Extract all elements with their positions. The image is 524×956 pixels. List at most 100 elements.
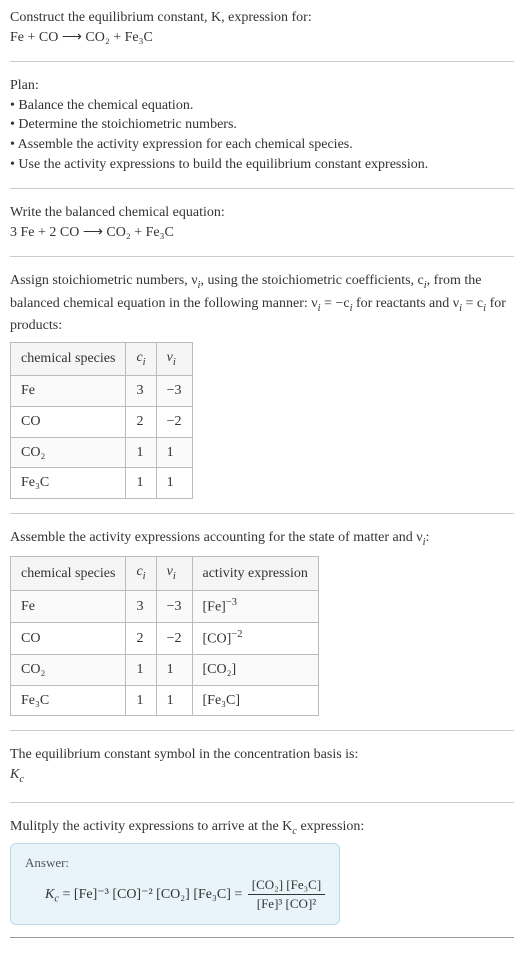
nu-cell: 1 [156,685,192,716]
expr-sup: −2 [231,629,242,640]
plan-item: Determine the stoichiometric numbers. [10,115,514,135]
nu-cell: −2 [156,622,192,654]
assign-part: = c [462,296,483,311]
nu-cell: 1 [156,468,192,499]
divider [10,513,514,514]
balanced-section: Write the balanced chemical equation: 3 … [10,203,514,242]
symbol-section: The equilibrium constant symbol in the c… [10,745,514,787]
species-cell: Fe₃C [11,685,126,716]
species-cell: CO [11,406,126,437]
expr-cell: [CO]−2 [192,622,318,654]
divider [10,802,514,803]
divider [10,188,514,189]
divider-end [10,937,514,938]
assign-part: for reactants and ν [352,296,459,311]
kc-letter: K [10,767,19,782]
intro-section: Construct the equilibrium constant, K, e… [10,8,514,47]
species-cell: CO [11,622,126,654]
table-header: νi [156,342,192,375]
expr-base: [Fe₃C] [203,693,241,708]
divider [10,61,514,62]
nu-cell: −3 [156,376,192,407]
multiply-section: Mulitply the activity expressions to arr… [10,817,514,925]
frac-den: [Fe]³ [CO]² [248,895,325,913]
table-header-row: chemical species ci νi [11,342,193,375]
assign-section: Assign stoichiometric numbers, νi, using… [10,271,514,498]
nu-cell: 1 [156,437,192,468]
table-row: Fe₃C 1 1 [11,468,193,499]
frac-num: [CO₂] [Fe₃C] [248,876,325,895]
plan-list: Balance the chemical equation. Determine… [10,96,514,174]
assemble-text: Assemble the activity expressions accoun… [10,528,514,550]
table-header: chemical species [11,557,126,590]
divider [10,730,514,731]
species-cell: CO₂ [11,437,126,468]
table-header-row: chemical species ci νi activity expressi… [11,557,319,590]
balanced-equation: 3 Fe + 2 CO ⟶ CO₂ + Fe₃C [10,223,514,243]
table-header: ci [126,557,156,590]
divider [10,256,514,257]
c-cell: 3 [126,376,156,407]
symbol-text: The equilibrium constant symbol in the c… [10,745,514,765]
assemble-part: Assemble the activity expressions accoun… [10,530,423,545]
species-cell: Fe₃C [11,468,126,499]
plan-item: Balance the chemical equation. [10,96,514,116]
species-cell: CO₂ [11,655,126,686]
table-header: ci [126,342,156,375]
intro-line1: Construct the equilibrium constant, K, e… [10,8,514,28]
activity-table: chemical species ci νi activity expressi… [10,556,319,716]
c-cell: 1 [126,685,156,716]
kc-sub: c [19,774,24,785]
table-row: Fe 3 −3 [Fe]−3 [11,590,319,622]
table-header: activity expression [192,557,318,590]
species-cell: Fe [11,590,126,622]
answer-expression: Kc = [Fe]⁻³ [CO]⁻² [CO₂] [Fe₃C] = [CO₂] … [25,876,325,913]
table-header: νi [156,557,192,590]
expr-sup: −3 [226,597,237,608]
nu-cell: −2 [156,406,192,437]
assemble-section: Assemble the activity expressions accoun… [10,528,514,717]
c-cell: 1 [126,468,156,499]
multiply-text: Mulitply the activity expressions to arr… [10,817,514,839]
expr-cell: [CO₂] [192,655,318,686]
assemble-part: : [426,530,430,545]
table-row: CO 2 −2 [11,406,193,437]
eq-part: = [Fe]⁻³ [CO]⁻² [CO₂] [Fe₃C] = [59,887,246,902]
expr-base: [CO₂] [203,662,237,677]
answer-box: Answer: Kc = [Fe]⁻³ [CO]⁻² [CO₂] [Fe₃C] … [10,843,340,925]
expr-cell: [Fe₃C] [192,685,318,716]
plan-item: Use the activity expressions to build th… [10,155,514,175]
c-cell: 3 [126,590,156,622]
table-row: Fe 3 −3 [11,376,193,407]
c-cell: 2 [126,406,156,437]
c-cell: 1 [126,655,156,686]
assign-text: Assign stoichiometric numbers, νi, using… [10,271,514,336]
plan-heading: Plan: [10,76,514,96]
kc-letter: K [45,887,54,902]
answer-label: Answer: [25,854,325,872]
table-header: chemical species [11,342,126,375]
nu-cell: −3 [156,590,192,622]
table-row: Fe₃C 1 1 [Fe₃C] [11,685,319,716]
assign-part: Assign stoichiometric numbers, ν [10,273,198,288]
table-row: CO 2 −2 [CO]−2 [11,622,319,654]
multiply-part: expression: [297,819,364,834]
assign-part: , using the stoichiometric coefficients,… [200,273,423,288]
species-cell: Fe [11,376,126,407]
expr-base: [Fe] [203,599,226,614]
table-row: CO₂ 1 1 [CO₂] [11,655,319,686]
plan-item: Assemble the activity expression for eac… [10,135,514,155]
multiply-part: Mulitply the activity expressions to arr… [10,819,292,834]
fraction: [CO₂] [Fe₃C][Fe]³ [CO]² [248,876,325,913]
assign-part: = −c [321,296,350,311]
plan-section: Plan: Balance the chemical equation. Det… [10,76,514,174]
intro-equation: Fe + CO ⟶ CO₂ + Fe₃C [10,28,514,48]
expr-base: [CO] [203,632,232,647]
stoich-table: chemical species ci νi Fe 3 −3 CO 2 −2 C… [10,342,193,499]
c-cell: 1 [126,437,156,468]
symbol-kc: Kc [10,765,514,787]
nu-cell: 1 [156,655,192,686]
c-cell: 2 [126,622,156,654]
table-row: CO₂ 1 1 [11,437,193,468]
expr-cell: [Fe]−3 [192,590,318,622]
